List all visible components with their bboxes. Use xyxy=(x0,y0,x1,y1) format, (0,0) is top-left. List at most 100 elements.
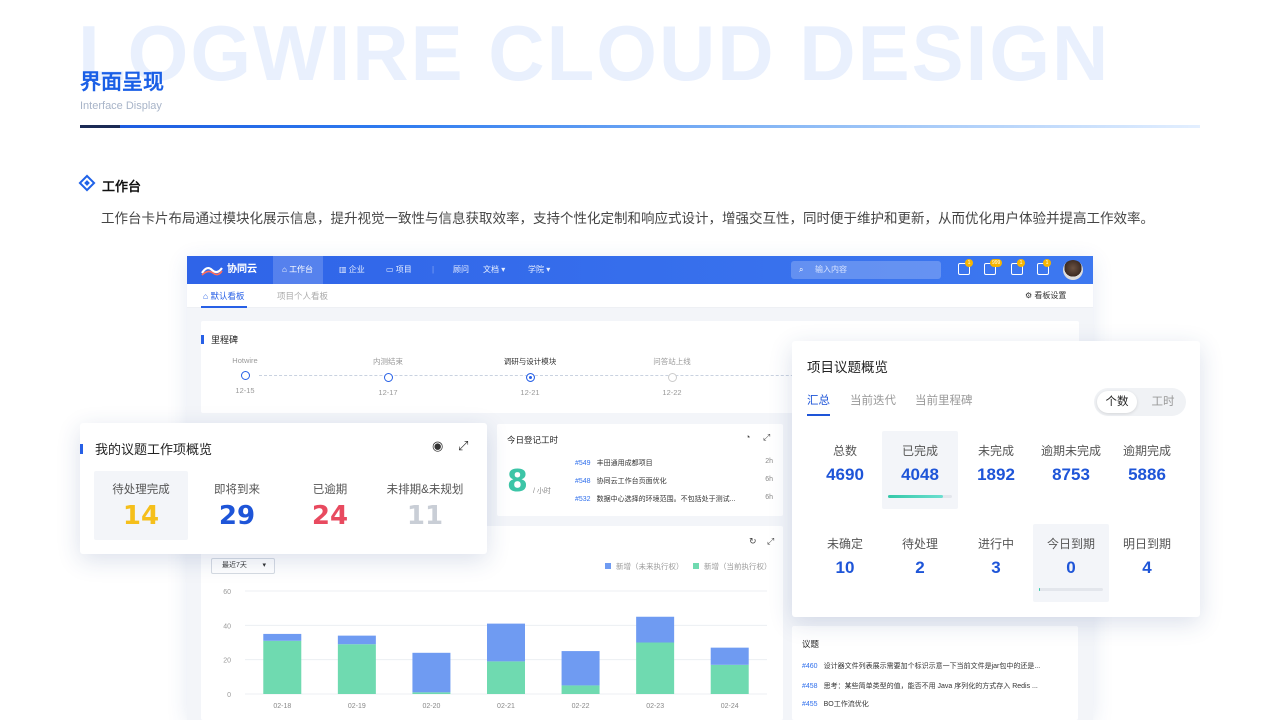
x-tick-label: 02-18 xyxy=(273,703,291,710)
worklog-id: #549 xyxy=(575,460,591,467)
tab-default-board[interactable]: ⌂ 默认看板 xyxy=(201,284,247,308)
refresh-icon[interactable]: ↻ xyxy=(749,536,757,547)
date-range-value: 最近7天 xyxy=(222,562,247,569)
issue-row[interactable]: #458 思考：某些简单类型的值，能否不用 Java 序列化的方式存入 Redis… xyxy=(802,681,1068,691)
issue-id: #458 xyxy=(802,683,818,690)
x-tick-label: 02-19 xyxy=(348,703,366,710)
milestone-item[interactable]: 内测结束 12-17 xyxy=(348,356,428,397)
stat-todo[interactable]: 待处理 2 xyxy=(882,524,958,602)
eye-icon[interactable]: ◉ xyxy=(432,438,443,454)
chart-bar xyxy=(337,644,376,694)
stat-label: 已完成 xyxy=(901,444,938,458)
stat-value: 1892 xyxy=(977,465,1015,484)
issue-title: 议题 xyxy=(802,639,820,649)
worklog-hours-row: 6h xyxy=(765,494,773,501)
notification-badge: 1 xyxy=(1017,259,1025,267)
stat-due-today[interactable]: 今日到期 0 xyxy=(1033,524,1109,602)
search-input[interactable]: ⌕ 输入内容 xyxy=(791,261,941,279)
milestone-date: 12-21 xyxy=(520,388,540,397)
y-tick-label: 20 xyxy=(223,658,231,665)
page-title: 界面呈现 xyxy=(80,71,164,94)
x-tick-label: 02-22 xyxy=(572,703,590,710)
worklog-id: #532 xyxy=(575,496,591,503)
section-title: 工作台 xyxy=(102,179,142,194)
toggle-count[interactable]: 个数 xyxy=(1097,391,1137,413)
stat-label: 待处理完成 xyxy=(112,484,170,496)
tab-personal-board[interactable]: 项目个人看板 xyxy=(277,284,328,308)
stat-undetermined[interactable]: 未确定 10 xyxy=(807,524,883,602)
worklog-row[interactable]: #548 协同云工作台页面优化 6h xyxy=(575,476,773,486)
milestone-name: Hotwire xyxy=(232,356,258,365)
worklog-row[interactable]: #549 丰田通用成都项目 2h xyxy=(575,458,773,468)
tab-summary[interactable]: 汇总 xyxy=(807,392,830,416)
stat-label: 逾期未完成 xyxy=(1040,444,1101,458)
stat-value: 8753 xyxy=(1052,465,1090,484)
worklog-row[interactable]: #532 数据中心选择的环境范围。不包括处于测试... 6h xyxy=(575,494,773,504)
nav-project[interactable]: ▭ 项目 xyxy=(386,256,412,284)
legend-swatch xyxy=(605,563,611,569)
avatar[interactable] xyxy=(1063,260,1083,280)
milestone-dot xyxy=(667,373,677,382)
stat-overdue[interactable]: 已逾期 24 xyxy=(283,471,377,540)
caret-down-icon: ▾ xyxy=(262,562,266,569)
nav-enterprise[interactable]: ▥ 企业 xyxy=(339,256,365,284)
issue-row[interactable]: #460 设计器文件列表展示需要加个标识示意一下当前文件是jar包中的还是... xyxy=(802,661,1068,671)
completed-progress-fill xyxy=(888,495,944,498)
expand-icon[interactable]: ⤢ xyxy=(763,432,770,443)
diamond-icon xyxy=(78,174,96,192)
toggle-hours[interactable]: 工时 xyxy=(1146,391,1180,413)
stat-unscheduled[interactable]: 未排期&未规划 11 xyxy=(378,471,472,540)
nav-project-label: 项目 xyxy=(395,265,412,274)
chart-bar xyxy=(636,616,675,643)
issue-text: 设计器文件列表展示需要加个标识示意一下当前文件是jar包中的还是... xyxy=(823,663,1041,670)
stat-completed[interactable]: 已完成 4048 xyxy=(882,431,958,509)
stat-due-tomorrow[interactable]: 明日到期 4 xyxy=(1109,524,1185,602)
chart-bar xyxy=(636,642,675,694)
stat-upcoming[interactable]: 即将到来 29 xyxy=(190,471,284,540)
stat-label: 未确定 xyxy=(826,537,863,551)
stat-label: 明日到期 xyxy=(1122,537,1171,551)
stat-incomplete[interactable]: 未完成 1892 xyxy=(958,431,1034,509)
issue-row[interactable]: #455 BO工作流优化 xyxy=(802,699,1068,709)
date-range-select[interactable]: 最近7天 ▾ xyxy=(211,558,275,574)
nav-docs-label: 文档 xyxy=(483,265,499,274)
legend-item: 新增（未来执行权） xyxy=(605,561,684,572)
worklog-hours-row: 2h xyxy=(765,458,773,465)
stat-overdue-incomplete[interactable]: 逾期未完成 8753 xyxy=(1033,431,1109,509)
nav-academy[interactable]: 学院 ▾ xyxy=(528,256,550,284)
legend-item: 新增（当前执行权） xyxy=(693,561,772,572)
chart-bar xyxy=(561,685,600,694)
stat-value: 5886 xyxy=(1128,465,1166,484)
clock-icon[interactable]: ◔ xyxy=(745,432,750,442)
issue-card: 议题 #460 设计器文件列表展示需要加个标识示意一下当前文件是jar包中的还是.… xyxy=(792,626,1078,720)
board-settings-button[interactable]: ⚙ 看板设置 xyxy=(1025,284,1066,308)
nav-docs[interactable]: 文档 ▾ xyxy=(483,256,505,284)
tab-default-board-label: 默认看板 xyxy=(210,291,245,301)
nav-consult[interactable]: 顾问 xyxy=(453,256,469,284)
legend-swatch xyxy=(693,563,699,569)
milestone-item[interactable]: 调研与设计模块 12-21 xyxy=(490,356,570,397)
chart-bar xyxy=(710,664,749,694)
stat-total[interactable]: 总数 4690 xyxy=(807,431,883,509)
fullscreen-icon[interactable]: ⤢ xyxy=(458,438,468,454)
stat-value: 14 xyxy=(122,501,160,531)
tab-current-milestone[interactable]: 当前里程碑 xyxy=(915,392,973,408)
stat-overdue-completed[interactable]: 逾期完成 5886 xyxy=(1109,431,1185,509)
milestone-item[interactable]: Hotwire 12-15 xyxy=(205,356,285,395)
stat-pending[interactable]: 待处理完成 14 xyxy=(94,471,188,540)
x-tick-label: 02-24 xyxy=(721,703,739,710)
bar-chart: 0 20 40 60 02-18 02-19 02-20 02-21 02-22 02-23 02-… xyxy=(223,589,767,710)
search-placeholder: 输入内容 xyxy=(815,265,847,274)
stat-label: 今日到期 xyxy=(1046,537,1095,551)
tab-current-iteration[interactable]: 当前迭代 xyxy=(850,392,896,408)
milestone-item[interactable]: 问答站上线 12-22 xyxy=(632,356,712,397)
nav-workbench[interactable]: ⌂ 工作台 xyxy=(273,256,323,284)
unit-toggle: 个数 工时 xyxy=(1094,388,1186,416)
expand-icon[interactable]: ⤢ xyxy=(767,536,774,547)
stat-in-progress[interactable]: 进行中 3 xyxy=(958,524,1034,602)
section-description: 工作台卡片布局通过模块化展示信息，提升视觉一致性与信息获取效率，支持个性化定制和… xyxy=(101,211,1154,226)
stat-value: 24 xyxy=(311,501,349,531)
stat-value: 4690 xyxy=(826,465,864,484)
notification-badge: 1 xyxy=(1043,259,1051,267)
stat-label: 即将到来 xyxy=(214,484,260,496)
